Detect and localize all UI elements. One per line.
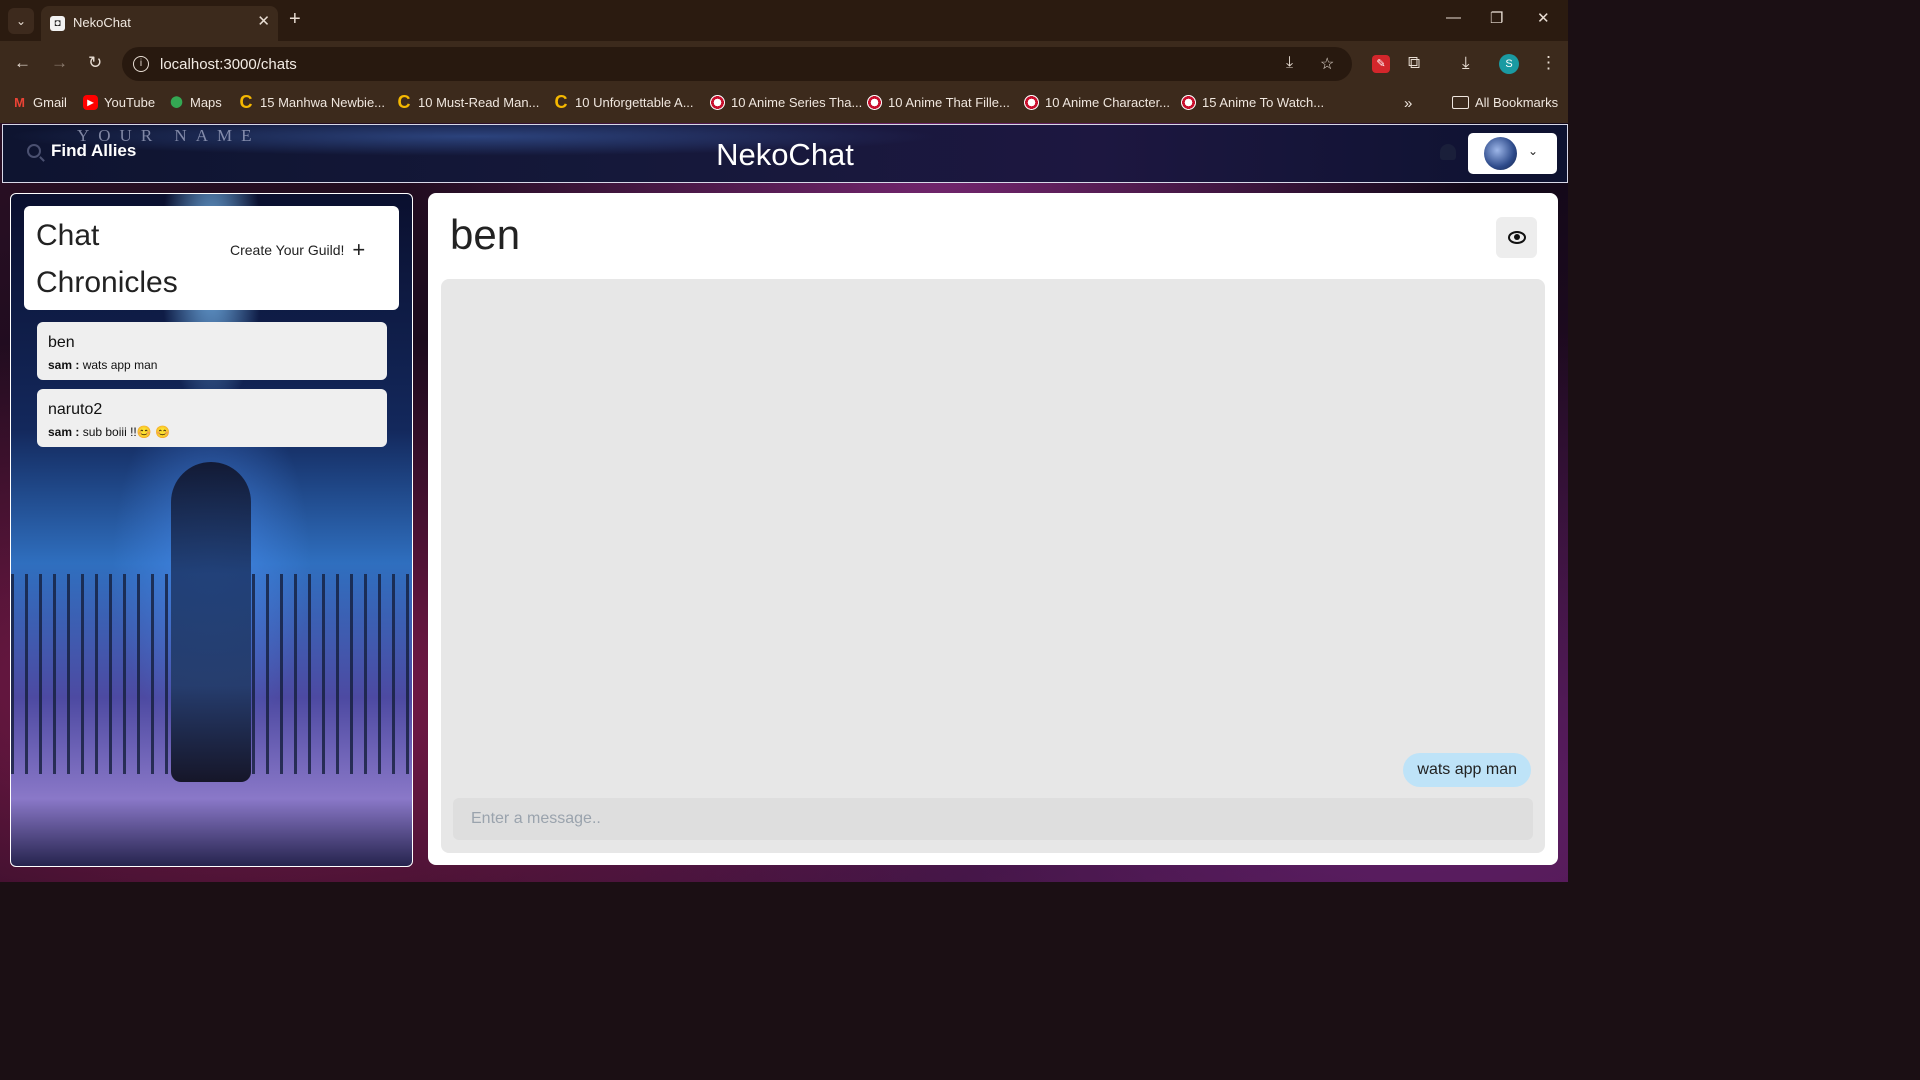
chat-list-header: Chat Chronicles Create Your Guild! + <box>24 206 399 310</box>
chat-window: ben wats app man <box>428 193 1558 865</box>
tab-title: NekoChat <box>73 15 131 30</box>
chat-name: ben <box>48 334 75 351</box>
extensions-puzzle-icon[interactable]: ⧉ <box>1408 53 1420 73</box>
bookmark-label: 10 Anime Character... <box>1045 95 1171 110</box>
restore-icon[interactable]: ❐ <box>1490 9 1503 27</box>
chat-list-title: Chat Chronicles <box>36 219 178 299</box>
view-profile-button[interactable] <box>1496 217 1537 258</box>
anime-site-icon <box>1024 95 1039 110</box>
browser-profile-avatar[interactable]: S <box>1499 54 1519 74</box>
chat-sender: sam : <box>48 425 80 439</box>
bookmark-anime-character[interactable]: 10 Anime Character... <box>1024 95 1170 110</box>
anime-site-icon <box>1181 95 1196 110</box>
bookmark-label: 15 Anime To Watch... <box>1202 95 1325 110</box>
background-art <box>252 574 412 774</box>
chat-list-panel: Chat Chronicles Create Your Guild! + ben… <box>10 193 413 867</box>
address-bar[interactable]: i localhost:3000/chats ⤓ ☆ <box>122 47 1352 81</box>
extension-icon[interactable]: ✎ <box>1372 55 1390 73</box>
chat-preview: sam : wats app man <box>48 358 157 372</box>
bookmark-label: 15 Manhwa Newbie... <box>260 95 386 110</box>
browser-menu-icon[interactable]: ⋮ <box>1540 53 1557 73</box>
c-icon: C <box>397 92 411 112</box>
bookmark-label: 10 Anime Series Tha... <box>731 95 863 110</box>
all-bookmarks-label: All Bookmarks <box>1475 95 1559 110</box>
bookmark-youtube[interactable]: ▶ YouTube <box>83 95 155 110</box>
create-guild-label: Create Your Guild! <box>230 242 345 258</box>
bookmark-anime-series[interactable]: 10 Anime Series Tha... <box>710 95 862 110</box>
close-window-icon[interactable]: ✕ <box>1537 9 1550 27</box>
anime-site-icon <box>710 95 725 110</box>
bookmark-gmail[interactable]: M Gmail <box>12 95 67 110</box>
bookmark-manhwa-newbie[interactable]: C 15 Manhwa Newbie... <box>238 92 386 112</box>
create-guild-button[interactable]: Create Your Guild! + <box>230 237 366 262</box>
chat-preview-text: sub boiii !!😊 😊 <box>82 425 170 439</box>
maps-icon: ⬤ <box>170 96 183 108</box>
downloads-icon[interactable]: ⤓ <box>1462 53 1470 73</box>
url-text[interactable]: localhost:3000/chats <box>160 56 297 73</box>
bookmark-label: YouTube <box>104 95 156 110</box>
browser-tab[interactable]: ◘ NekoChat ✕ <box>41 6 278 41</box>
chat-sender: sam : <box>48 358 80 372</box>
bookmark-star-icon[interactable]: ☆ <box>1320 54 1334 74</box>
profile-menu-button[interactable]: ⌄ <box>1468 133 1557 174</box>
bookmark-must-read[interactable]: C 10 Must-Read Man... <box>396 92 540 112</box>
message-input[interactable] <box>453 798 1533 840</box>
new-tab-icon[interactable]: + <box>289 9 301 29</box>
plus-icon: + <box>352 237 366 262</box>
bookmark-label: 10 Must-Read Man... <box>418 95 540 110</box>
browser-toolbar: ← → ↻ i localhost:3000/chats ⤓ ☆ ✎ ⧉ ⤓ S… <box>0 41 1568 87</box>
more-bookmarks-icon[interactable]: » <box>1404 95 1412 112</box>
chevron-down-icon: ⌄ <box>1528 144 1539 158</box>
chat-name: naruto2 <box>48 401 103 418</box>
chat-list-item[interactable]: ben sam : wats app man <box>37 322 387 380</box>
brand-title: NekoChat <box>716 137 854 172</box>
browser-tab-bar: ⌄ ◘ NekoChat ✕ + — ❐ ✕ <box>0 0 1568 41</box>
bookmark-anime-to-watch[interactable]: 15 Anime To Watch... <box>1181 95 1324 110</box>
message-area[interactable]: wats app man <box>441 279 1545 853</box>
background-art <box>11 574 171 774</box>
bookmark-label: 10 Anime That Fille... <box>888 95 1010 110</box>
bookmark-label: 10 Unforgettable A... <box>575 95 694 110</box>
all-bookmarks[interactable]: All Bookmarks <box>1452 95 1558 110</box>
youtube-icon: ▶ <box>83 95 98 110</box>
tab-search-chevron-icon[interactable]: ⌄ <box>8 8 34 34</box>
app-header: YOUR NAME Find Allies NekoChat ⌄ <box>2 124 1568 183</box>
back-icon[interactable]: ← <box>14 53 31 73</box>
app-root: YOUR NAME Find Allies NekoChat ⌄ Chat Ch… <box>0 123 1568 882</box>
message-bubble: wats app man <box>1403 753 1531 787</box>
c-icon: C <box>554 92 568 112</box>
bookmarks-bar: M Gmail ▶ YouTube ⬤ Maps C 15 Manhwa New… <box>0 87 1568 124</box>
background-figure <box>171 462 251 782</box>
minimize-icon[interactable]: — <box>1446 9 1461 26</box>
bookmark-label: Gmail <box>33 95 67 110</box>
eye-icon <box>1507 231 1526 244</box>
bell-icon[interactable] <box>1440 144 1456 160</box>
install-app-icon[interactable]: ⤓ <box>1286 54 1293 72</box>
chat-title: ben <box>450 211 521 258</box>
bookmark-maps[interactable]: ⬤ Maps <box>169 95 222 110</box>
anime-site-icon <box>867 95 882 110</box>
chat-preview: sam : sub boiii !!😊 😊 <box>48 425 170 439</box>
gmail-icon: M <box>14 95 25 110</box>
chat-preview-text: wats app man <box>82 358 158 372</box>
site-info-icon[interactable]: i <box>133 56 149 72</box>
tab-close-icon[interactable]: ✕ <box>257 12 270 30</box>
avatar <box>1484 137 1517 170</box>
folder-icon <box>1452 96 1469 109</box>
reload-icon[interactable]: ↻ <box>88 53 102 73</box>
forward-icon[interactable]: → <box>51 53 68 73</box>
bookmark-label: Maps <box>190 95 222 110</box>
chat-list-item[interactable]: naruto2 sam : sub boiii !!😊 😊 <box>37 389 387 447</box>
bookmark-unforgettable[interactable]: C 10 Unforgettable A... <box>553 92 694 112</box>
tab-favicon-icon: ◘ <box>50 16 65 31</box>
bookmark-anime-filler[interactable]: 10 Anime That Fille... <box>867 95 1010 110</box>
c-icon: C <box>239 92 253 112</box>
